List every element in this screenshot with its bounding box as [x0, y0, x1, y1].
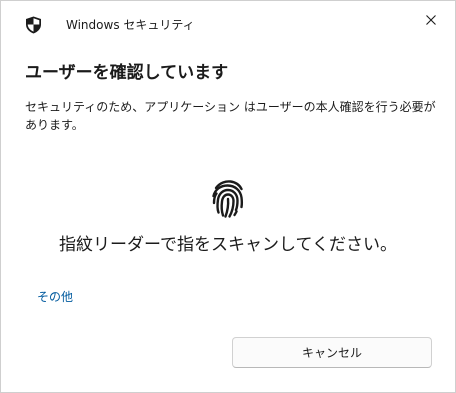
- fingerprint-icon: [211, 179, 245, 219]
- scan-instruction: 指紋リーダーで指をスキャンしてください。: [59, 235, 397, 255]
- security-dialog: Windows セキュリティ ユーザーを確認しています セキュリティのため、アプ…: [0, 0, 456, 393]
- window-title: Windows セキュリティ: [66, 18, 195, 32]
- dialog-description: セキュリティのため、アプリケーション はユーザーの本人確認を行う必要があります。: [25, 100, 436, 132]
- more-options-link[interactable]: その他: [37, 289, 73, 305]
- cancel-button[interactable]: キャンセル: [232, 337, 432, 368]
- close-icon: [426, 10, 436, 29]
- title-bar: Windows セキュリティ: [1, 1, 455, 47]
- shield-icon: [25, 16, 42, 34]
- dialog-heading: ユーザーを確認しています: [25, 63, 229, 83]
- close-button[interactable]: [417, 7, 445, 31]
